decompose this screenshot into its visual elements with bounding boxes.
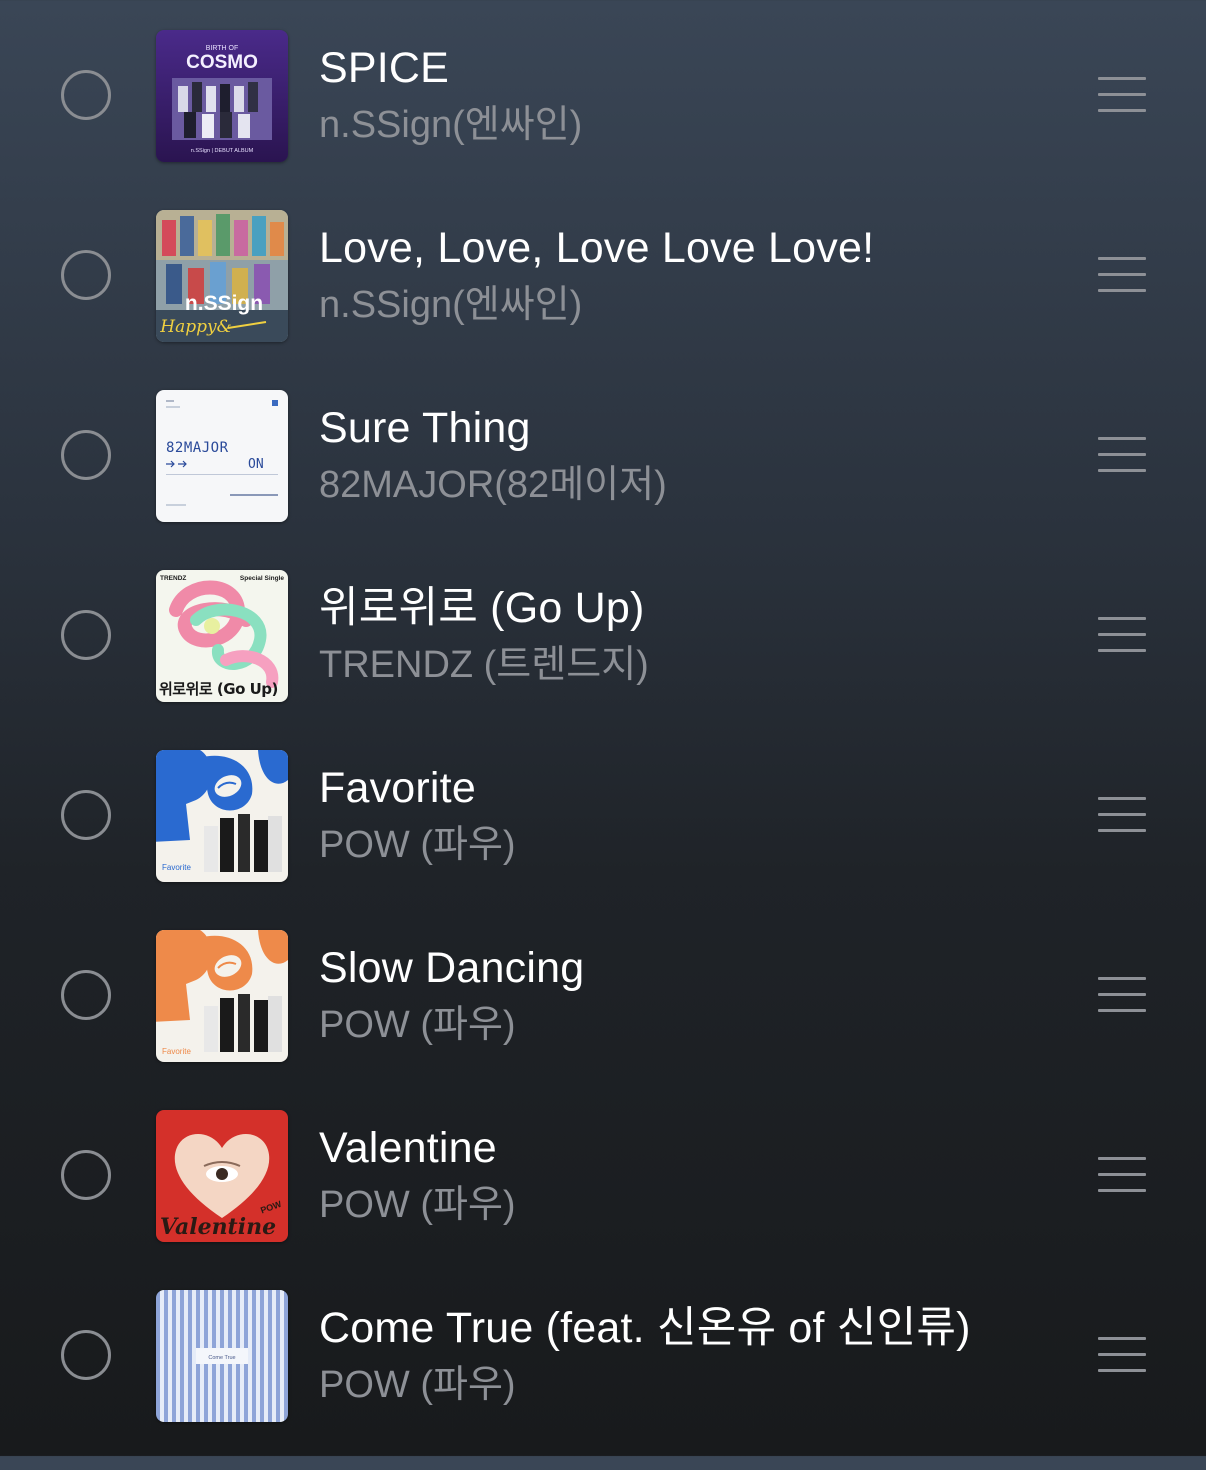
track-artist: n.SSign(엔싸인) bbox=[319, 104, 583, 146]
track-title[interactable]: Slow Dancing bbox=[319, 944, 584, 992]
select-radio-button[interactable] bbox=[61, 430, 111, 480]
track-artist: POW (파우) bbox=[319, 1184, 516, 1226]
reorder-handle-icon[interactable] bbox=[1098, 1337, 1146, 1373]
track-artist: n.SSign(엔싸인) bbox=[319, 284, 583, 326]
select-radio-button[interactable] bbox=[61, 1150, 111, 1200]
track-list: BIRTH OF COSMO n.SSign | DEBUT ALBUM SPI… bbox=[0, 0, 1206, 1456]
album-art[interactable]: 82MAJOR ON bbox=[156, 390, 288, 522]
svg-text:ON: ON bbox=[248, 457, 264, 472]
album-art-image: BIRTH OF COSMO n.SSign | DEBUT ALBUM bbox=[156, 30, 288, 162]
track-row[interactable]: n.SSign Happy& Love, Love, Love Love Lov… bbox=[0, 210, 1206, 390]
svg-text:n.SSign: n.SSign bbox=[185, 292, 263, 315]
album-art-image: 82MAJOR ON bbox=[156, 390, 288, 522]
reorder-handle-icon[interactable] bbox=[1098, 1157, 1146, 1193]
track-title[interactable]: Sure Thing bbox=[319, 404, 531, 452]
select-radio-button[interactable] bbox=[61, 790, 111, 840]
track-row[interactable]: Come True Come True (feat. 신온유 of 신인류) P… bbox=[0, 1290, 1206, 1470]
track-title[interactable]: Valentine bbox=[319, 1124, 497, 1172]
track-artist: TRENDZ (트렌드지) bbox=[319, 644, 649, 686]
svg-text:Favorite: Favorite bbox=[162, 863, 191, 872]
track-title[interactable]: 위로위로 (Go Up) bbox=[319, 584, 645, 632]
album-art[interactable]: n.SSign Happy& bbox=[156, 210, 288, 342]
track-artist: POW (파우) bbox=[319, 1004, 516, 1046]
track-artist: POW (파우) bbox=[319, 824, 516, 866]
track-row[interactable]: Favorite Favorite POW (파우) bbox=[0, 750, 1206, 930]
select-radio-button[interactable] bbox=[61, 250, 111, 300]
svg-text:위로위로 (Go Up): 위로위로 (Go Up) bbox=[159, 680, 278, 698]
reorder-handle-icon[interactable] bbox=[1098, 977, 1146, 1013]
track-row[interactable]: BIRTH OF COSMO n.SSign | DEBUT ALBUM SPI… bbox=[0, 30, 1206, 210]
album-art-image: Favorite bbox=[156, 750, 288, 882]
reorder-handle-icon[interactable] bbox=[1098, 257, 1146, 293]
select-radio-button[interactable] bbox=[61, 1330, 111, 1380]
svg-text:Happy&: Happy& bbox=[159, 317, 231, 337]
svg-text:COSMO: COSMO bbox=[186, 52, 258, 73]
album-art-image: n.SSign Happy& bbox=[156, 210, 288, 342]
svg-text:Special Single: Special Single bbox=[240, 575, 284, 582]
track-artist: 82MAJOR(82메이저) bbox=[319, 464, 667, 506]
select-radio-button[interactable] bbox=[61, 610, 111, 660]
album-art[interactable]: Come True bbox=[156, 1290, 288, 1422]
album-art-image: TRENDZ Special Single 위로위로 (Go Up) bbox=[156, 570, 288, 702]
track-title[interactable]: Come True (feat. 신온유 of 신인류) bbox=[319, 1304, 971, 1352]
track-row[interactable]: Valentine POW Valentine POW (파우) bbox=[0, 1110, 1206, 1290]
track-row[interactable]: 82MAJOR ON Sure Thing 82MAJOR(82메이저) bbox=[0, 390, 1206, 570]
album-art[interactable]: Favorite bbox=[156, 750, 288, 882]
svg-text:Valentine: Valentine bbox=[160, 1214, 276, 1240]
album-art-image: Favorite bbox=[156, 930, 288, 1062]
album-art[interactable]: TRENDZ Special Single 위로위로 (Go Up) bbox=[156, 570, 288, 702]
reorder-handle-icon[interactable] bbox=[1098, 77, 1146, 113]
album-art[interactable]: BIRTH OF COSMO n.SSign | DEBUT ALBUM bbox=[156, 30, 288, 162]
svg-text:TRENDZ: TRENDZ bbox=[160, 575, 186, 582]
reorder-handle-icon[interactable] bbox=[1098, 797, 1146, 833]
track-row[interactable]: Favorite Slow Dancing POW (파우) bbox=[0, 930, 1206, 1110]
album-art-image: Valentine POW bbox=[156, 1110, 288, 1242]
track-artist: POW (파우) bbox=[319, 1364, 516, 1406]
album-art[interactable]: Favorite bbox=[156, 930, 288, 1062]
track-title[interactable]: Love, Love, Love Love Love! bbox=[319, 224, 874, 272]
svg-text:n.SSign | DEBUT ALBUM: n.SSign | DEBUT ALBUM bbox=[191, 148, 254, 154]
track-title[interactable]: SPICE bbox=[319, 44, 449, 92]
svg-text:Come True: Come True bbox=[208, 1355, 235, 1361]
select-radio-button[interactable] bbox=[61, 70, 111, 120]
svg-text:BIRTH OF: BIRTH OF bbox=[206, 45, 239, 52]
reorder-handle-icon[interactable] bbox=[1098, 437, 1146, 473]
track-title[interactable]: Favorite bbox=[319, 764, 476, 812]
reorder-handle-icon[interactable] bbox=[1098, 617, 1146, 653]
track-row[interactable]: TRENDZ Special Single 위로위로 (Go Up) 위로위로 … bbox=[0, 570, 1206, 750]
select-radio-button[interactable] bbox=[61, 970, 111, 1020]
album-art-image: Come True bbox=[156, 1290, 288, 1422]
svg-text:82MAJOR: 82MAJOR bbox=[166, 440, 229, 456]
album-art[interactable]: Valentine POW bbox=[156, 1110, 288, 1242]
svg-text:Favorite: Favorite bbox=[162, 1047, 191, 1056]
